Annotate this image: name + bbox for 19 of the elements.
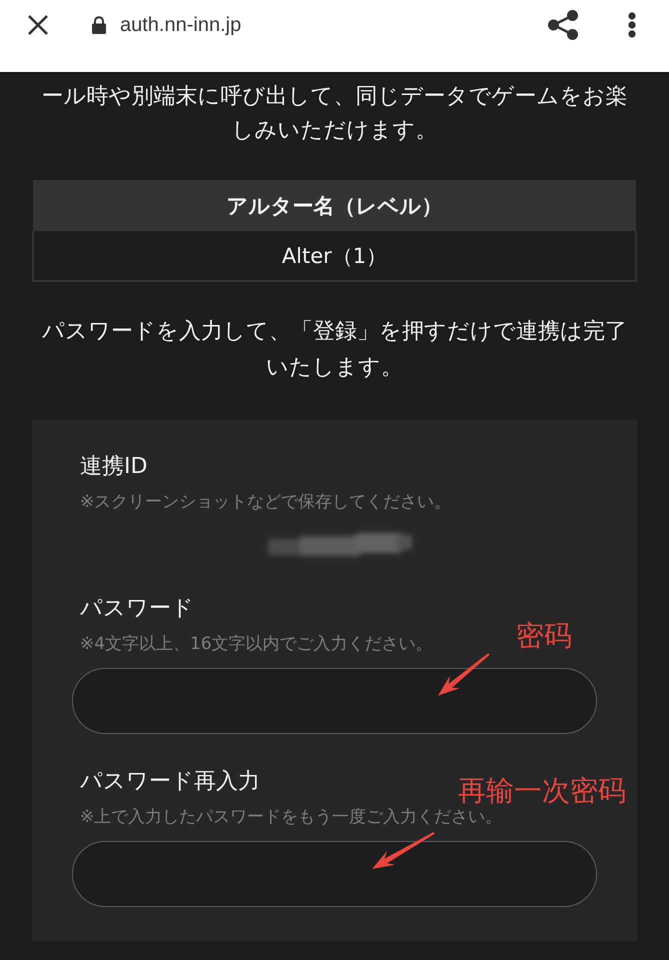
annotation-arrow	[438, 653, 490, 696]
hint-text: ※スクリーンショットなどで保存してください。	[80, 491, 452, 514]
field-label: パスワード	[80, 595, 194, 623]
annotation-label: 密码	[516, 621, 572, 651]
intro-text: ール時や別端末に呼び出して、同じデータでゲームをお楽しみいただけます。	[40, 83, 628, 145]
table-cell: Alter（1）	[33, 231, 636, 281]
hint-text: ※4文字以上、16文字以内でご入力ください。	[80, 633, 433, 656]
instruction-text: パスワードを入力して、「登録」を押すだけで連携は完了いたします。	[41, 318, 628, 382]
table-header: アルター名（レベル）	[33, 180, 636, 231]
share-icon[interactable]	[548, 10, 578, 40]
annotation-arrow	[372, 832, 435, 870]
menu-icon[interactable]	[628, 12, 636, 38]
field-label: 連携ID	[80, 453, 148, 481]
url-text: auth.nn-inn.jp	[120, 14, 242, 36]
lock-icon	[92, 16, 106, 34]
hint-text: ※上で入力したパスワードをもう一度ご入力ください。	[80, 806, 502, 829]
field-label: パスワード再入力	[80, 768, 260, 796]
annotation-label: 再输一次密码	[458, 776, 626, 806]
close-icon[interactable]	[26, 13, 50, 37]
